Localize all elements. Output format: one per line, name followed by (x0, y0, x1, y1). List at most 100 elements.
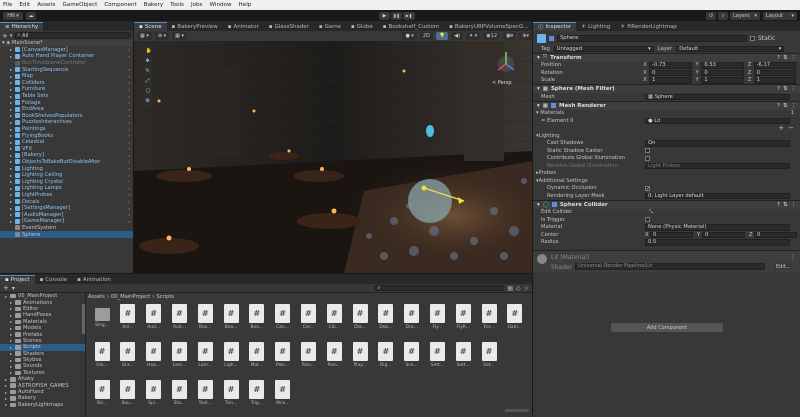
position-y-field[interactable]: 0.53 (701, 62, 744, 69)
hierarchy-item[interactable]: RunTimeSceneController (0, 60, 133, 67)
star-icon[interactable]: ☆ (524, 285, 529, 292)
script-file[interactable]: # Ligh... (217, 342, 245, 379)
pivot-button[interactable]: ⊕ ▾ (154, 32, 170, 40)
chevron-right-icon[interactable]: › (128, 166, 133, 171)
chevron-down-icon[interactable]: ▾ (12, 285, 15, 292)
script-file[interactable]: # Trig... (243, 380, 271, 417)
hierarchy-item[interactable]: Sphere (0, 231, 133, 238)
layers-dropdown[interactable]: Layers ▾ (730, 11, 760, 20)
gizmos-button[interactable]: ⊕ ▾ (519, 32, 532, 40)
chevron-right-icon[interactable]: › (128, 173, 133, 178)
script-file[interactable]: # Play... (346, 342, 374, 379)
selected-sphere[interactable] (408, 179, 452, 223)
collider-material-field[interactable]: None (Physic Material) (645, 224, 790, 231)
script-file[interactable]: # Sta... (165, 380, 193, 417)
chevron-right-icon[interactable]: › (128, 127, 133, 132)
cloud-button[interactable]: ☁ (26, 11, 36, 20)
hierarchy-item[interactable]: ▸ Celestial › (0, 139, 133, 146)
breadcrumb-item[interactable]: Assets (88, 294, 105, 300)
hierarchy-item[interactable]: ▸ [SettingsManager] › (0, 205, 133, 212)
help-icon[interactable]: ? (777, 55, 780, 61)
script-file[interactable]: # Lam... (165, 342, 193, 379)
menu-assets[interactable]: Assets (37, 2, 55, 8)
trigger-checkbox[interactable] (645, 217, 650, 223)
hierarchy-item[interactable]: ▸ Lighting Crystal › (0, 178, 133, 185)
zoom-slider[interactable] (505, 409, 529, 412)
script-file[interactable]: # Wris... (269, 380, 297, 417)
script-file[interactable]: # Clo... (320, 304, 348, 341)
folder-item[interactable]: ▸ BakeryLightmaps (0, 402, 85, 408)
hierarchy-item[interactable]: ▸ [GameManager] › (0, 218, 133, 225)
element0-field[interactable]: ● Lit (645, 117, 790, 124)
hierarchy-item[interactable]: ▸ Auto Hand Player Container › (0, 53, 133, 60)
mode-2d-button[interactable]: 2D (419, 32, 433, 40)
mesh-renderer-header[interactable]: ▾ ▦ Mesh Renderer? ⇅ ⋮ (533, 100, 800, 110)
grid-button[interactable]: ▦ ▾ (172, 32, 187, 40)
step-button[interactable]: ▶❚ (403, 11, 415, 20)
script-file[interactable]: # Pain... (269, 342, 297, 379)
position-x-field[interactable]: -0.73 (649, 62, 692, 69)
search-button[interactable]: ⌕ (718, 11, 728, 20)
script-file[interactable]: # Set... (475, 342, 503, 379)
chevron-right-icon[interactable]: › (128, 67, 133, 72)
script-file[interactable]: # Text... (191, 380, 219, 417)
script-file[interactable]: # Mat... (243, 342, 271, 379)
filter-icon[interactable]: ▤ (507, 285, 513, 292)
more-icon[interactable]: ⋮ (791, 202, 800, 208)
contribute-gi-checkbox[interactable] (645, 155, 650, 161)
object-name-input[interactable]: Sphere (557, 34, 747, 42)
lighting-foldout[interactable]: ▾ Lighting (533, 132, 800, 140)
account-button[interactable]: HN ▾ (3, 11, 23, 20)
script-file[interactable]: # Sce... (398, 342, 426, 379)
audio-toggle[interactable]: ◀) (451, 32, 463, 40)
script-file[interactable]: # Dia... (346, 304, 374, 341)
shader-edit-button[interactable]: Edit... (773, 263, 794, 270)
breadcrumb-item[interactable]: Scripts (156, 294, 174, 300)
static-shadow-checkbox[interactable] (645, 148, 650, 154)
mesh-filter-header[interactable]: ▾ ▦ Sphere (Mesh Filter)? ⇅ ⋮ (533, 84, 800, 93)
tab-ftrenderlightmap[interactable]: ☀ ftRenderLightmap (615, 22, 681, 31)
tab-scene[interactable]: ▪ Scene (134, 22, 167, 31)
chevron-right-icon[interactable]: › (128, 54, 133, 59)
camera-button[interactable]: ▣ ▾ (503, 32, 517, 40)
script-file[interactable]: # Doo... (372, 304, 400, 341)
add-icon[interactable]: + (778, 124, 784, 132)
menu-gameobject[interactable]: GameObject (62, 2, 97, 8)
script-file[interactable]: # Tim... (217, 380, 245, 417)
tab-console[interactable]: ▪ Console (35, 275, 73, 284)
menu-help[interactable]: Help (239, 2, 252, 8)
help-icon[interactable]: ? (777, 103, 780, 109)
script-file[interactable]: # Anl... (114, 304, 142, 341)
tab-glassshader[interactable]: ▪ GlassShader (264, 22, 314, 31)
script-file[interactable]: # Cer... (294, 304, 322, 341)
hierarchy-item[interactable]: ▸ StartingSequence › (0, 66, 133, 73)
chevron-right-icon[interactable]: › (128, 133, 133, 138)
hierarchy-item[interactable]: ▸ [AudioManager] › (0, 211, 133, 218)
script-file[interactable]: # Dra... (398, 304, 426, 341)
tab-globe[interactable]: ▪ Globe (346, 22, 378, 31)
menu-tools[interactable]: Tools (170, 2, 184, 8)
chevron-right-icon[interactable]: › (128, 113, 133, 118)
pause-button[interactable]: ❚❚ (391, 11, 402, 20)
chevron-right-icon[interactable]: › (128, 212, 133, 217)
sphere-collider-header[interactable]: ▾ ◯ Sphere Collider? ⇅ ⋮ (533, 199, 800, 209)
menu-edit[interactable]: Edit (19, 2, 30, 8)
preset-icon[interactable]: ⇅ (783, 86, 788, 92)
preset-icon[interactable]: ⇅ (783, 202, 788, 208)
hidden-objects-button[interactable]: ◉ 12 (483, 32, 501, 40)
chevron-right-icon[interactable]: › (128, 100, 133, 105)
enabled-checkbox[interactable] (551, 202, 557, 207)
help-icon[interactable]: ? (777, 202, 780, 208)
hierarchy-item[interactable]: ▸ FlyingBooks › (0, 132, 133, 139)
script-file[interactable]: Sing... (88, 304, 116, 341)
dynamic-occlusion-checkbox[interactable]: ✓ (645, 185, 650, 191)
script-file[interactable]: # Boo... (217, 304, 245, 341)
chevron-right-icon[interactable]: › (128, 206, 133, 211)
menu-component[interactable]: Component (104, 2, 136, 8)
hierarchy-item[interactable]: ▸ BookShelvesPopulators › (0, 113, 133, 120)
edit-collider-button[interactable]: ⤡ (645, 208, 657, 216)
rotation-y-field[interactable]: 0 (701, 69, 744, 76)
scale-z-field[interactable]: 1 (753, 77, 797, 84)
chevron-right-icon[interactable]: › (128, 87, 133, 92)
additional-settings-foldout[interactable]: ▾ Additional Settings (533, 177, 800, 185)
